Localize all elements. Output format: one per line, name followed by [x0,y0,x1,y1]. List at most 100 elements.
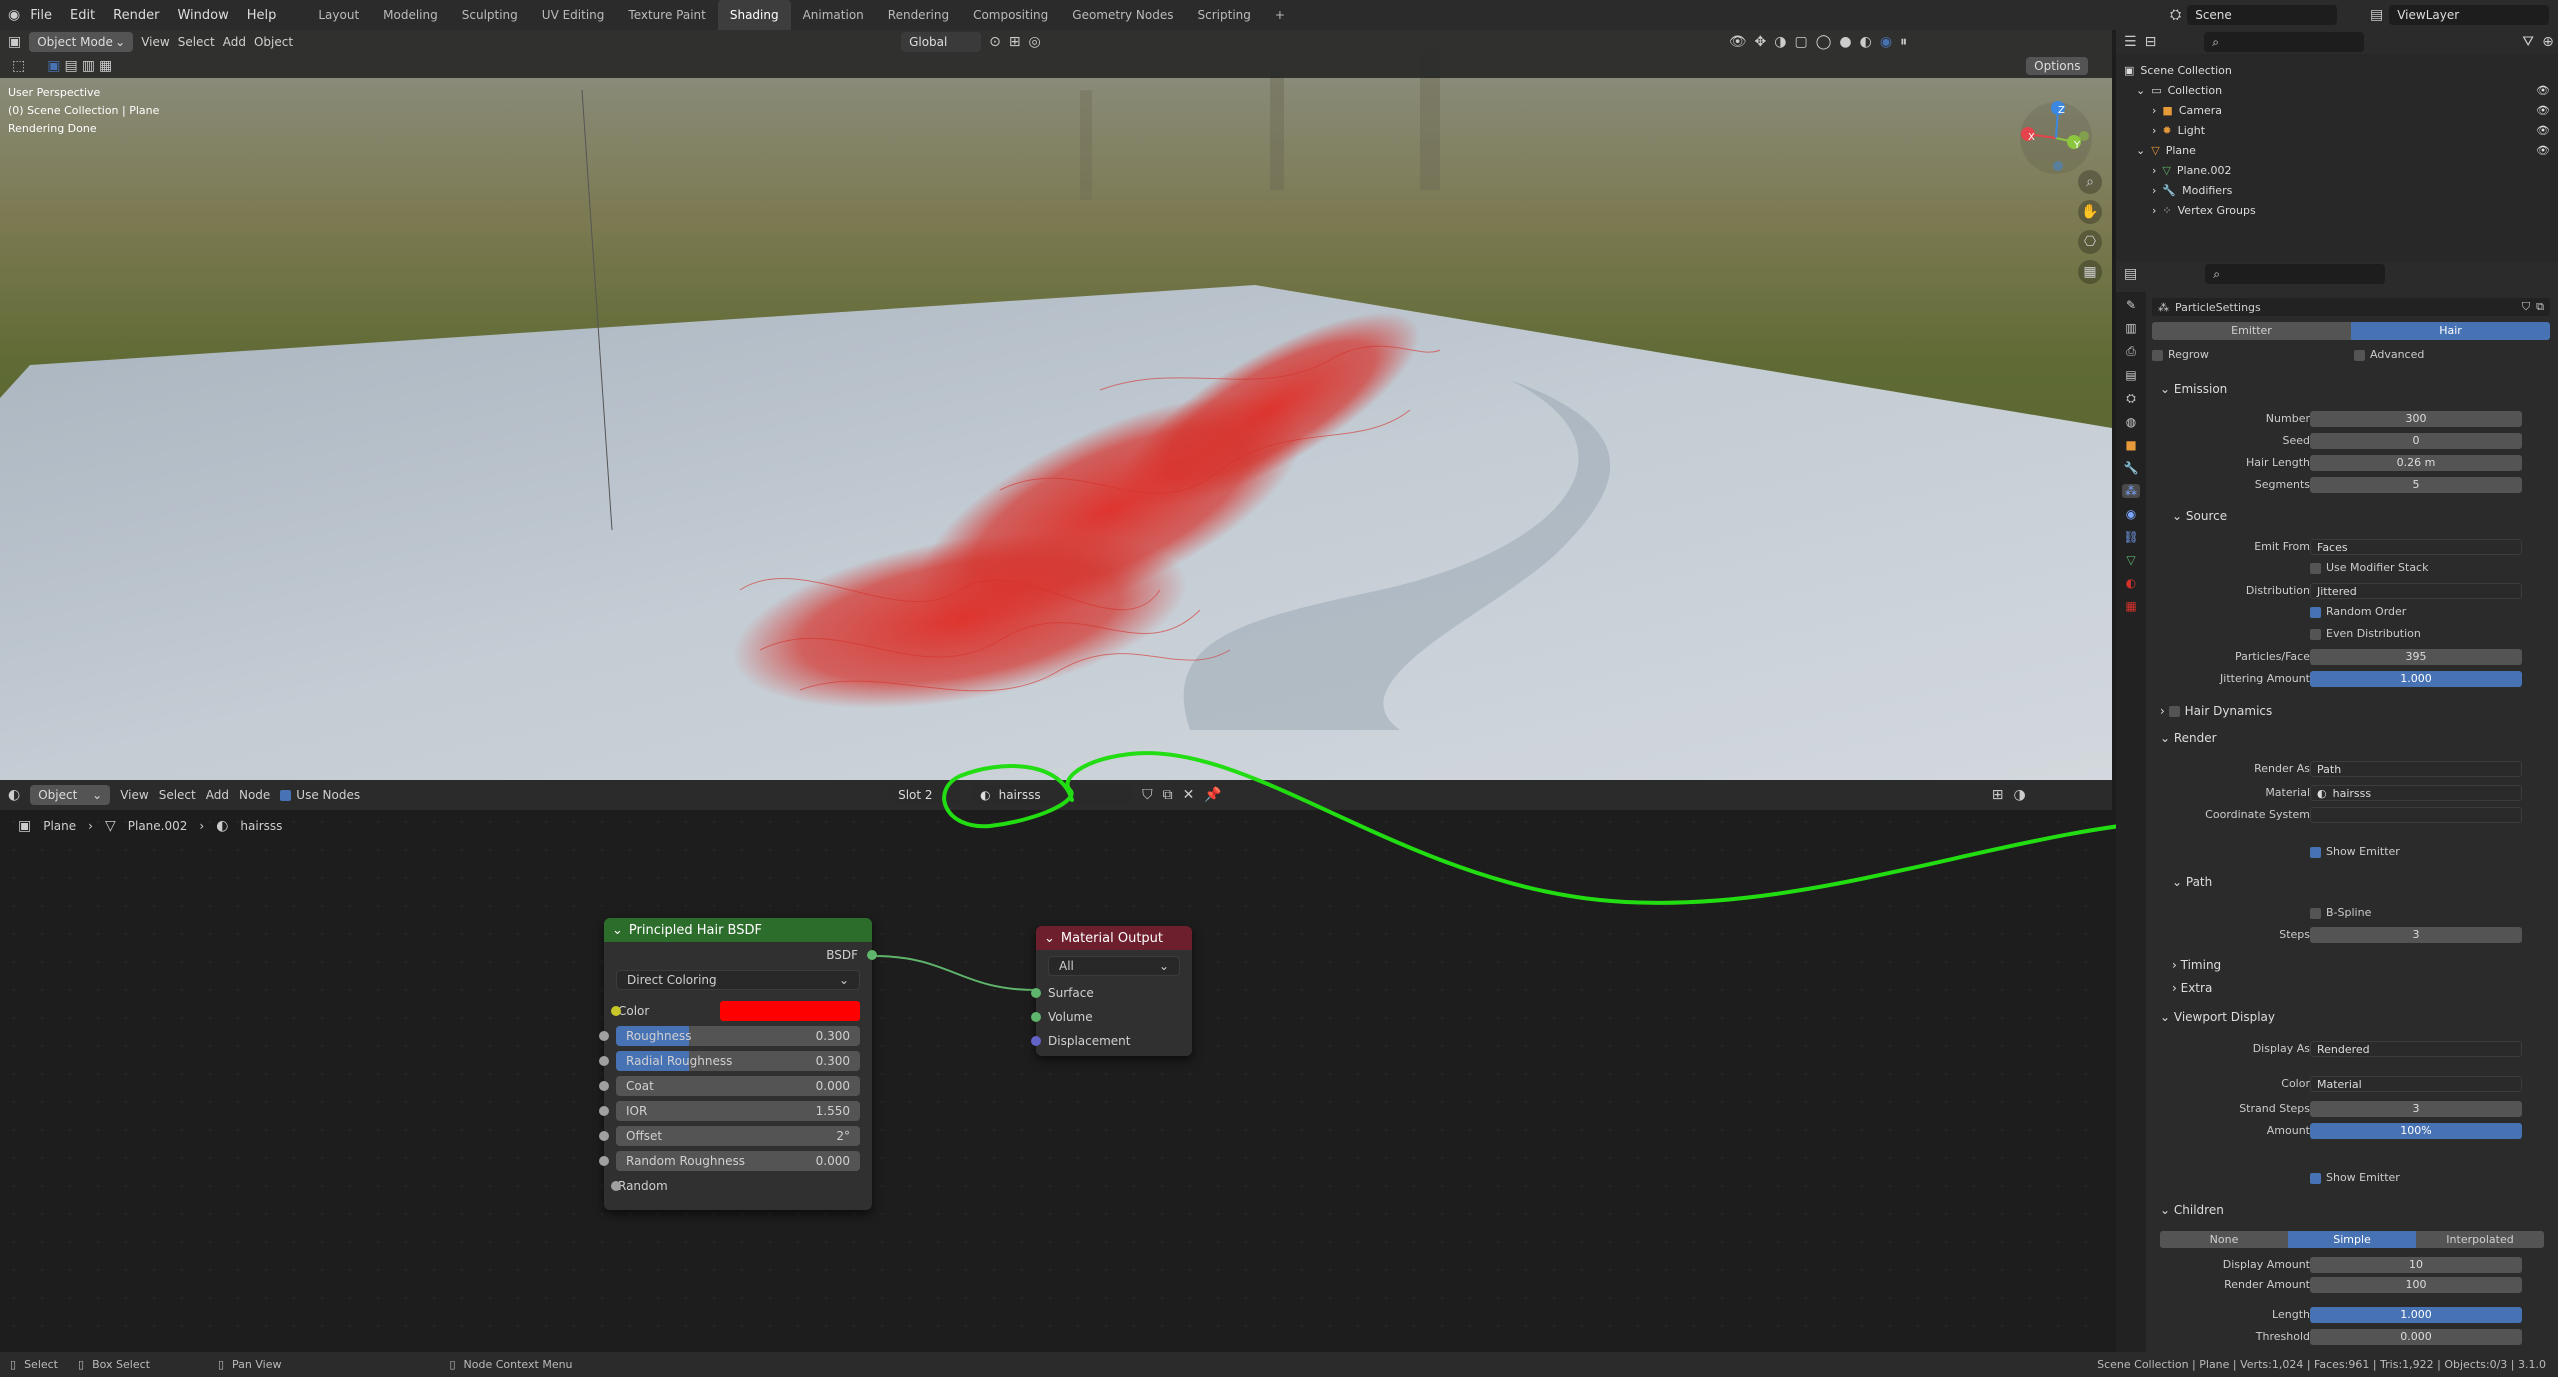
visibility-eye-icon[interactable]: 👁 [2536,104,2550,117]
random-roughness-field[interactable]: Random Roughness 0.000 [599,1151,860,1171]
pan-hand-icon[interactable]: ✋ [2078,200,2102,224]
new-collection-icon[interactable]: ⊕ [2542,34,2554,50]
random-roughness-socket[interactable] [599,1156,609,1166]
children-mode-interpolated[interactable]: Interpolated [2416,1231,2544,1248]
pause-render-icon[interactable]: ⏸ [1900,34,1907,50]
menu-window[interactable]: Window [177,8,228,23]
hair-node-header[interactable]: ⌄ Principled Hair BSDF [604,918,872,942]
source-section-header[interactable]: ⌄ Source [2172,509,2227,523]
tab-shading[interactable]: Shading [717,0,791,30]
coat-socket[interactable] [599,1081,609,1091]
viewlayer-field[interactable]: ViewLayer [2389,5,2550,25]
jittering-amount-field[interactable]: 1.000 [2310,671,2522,687]
use-nodes-checkbox[interactable] [280,790,292,801]
even-distribution-toggle[interactable]: Even Distribution [2310,627,2421,640]
options-button[interactable]: Options [2026,57,2089,75]
tab-animation[interactable]: Animation [791,0,876,30]
material-output-node[interactable]: ⌄ Material Output All ⌄ Surface Volume Dis… [1031,926,1192,1056]
transform-orientation-dropdown[interactable]: Global [901,32,982,52]
bspline-toggle[interactable]: B-Spline [2310,906,2371,919]
use-modifier-stack-toggle[interactable]: Use Modifier Stack [2310,561,2428,574]
shader-node-editor[interactable]: ▣ Plane › ▽ Plane.002 › ◐ hairsss ⌄ Princ… [0,780,2112,1352]
emit-from-dropdown[interactable]: Faces [2310,539,2522,555]
render-amount-field[interactable]: 100 [2310,1277,2522,1293]
properties-search-input[interactable]: ⌕ [2205,264,2386,284]
vp-menu-object[interactable]: Object [254,35,293,49]
hair-length-field[interactable]: 0.26 m [2310,455,2522,471]
visibility-icon[interactable]: 👁 [1729,34,1747,50]
radial-roughness-socket[interactable] [599,1056,609,1066]
collapse-chevron-icon[interactable]: ⌄ [612,923,623,938]
type-tab-hair[interactable]: Hair [2351,322,2550,340]
output-target-dropdown[interactable]: All ⌄ [1048,956,1180,976]
grid-view-icon[interactable]: ▦ [2078,260,2102,284]
visibility-eye-icon[interactable]: 👁 [2536,144,2550,157]
steps-field[interactable]: 3 [2310,927,2522,943]
use-nodes-toggle[interactable]: Use Nodes [280,788,360,802]
advanced-checkbox[interactable] [2354,349,2365,361]
expand-arrow-icon[interactable]: › [2152,184,2156,197]
menu-edit[interactable]: Edit [70,8,95,23]
tree-item-plane[interactable]: ⌄ ▽ Plane 👁 [2124,140,2558,160]
tab-layout[interactable]: Layout [306,0,371,30]
node-editor-type-icon[interactable]: ◐ [8,787,20,803]
snap-icon[interactable]: ⊞ [1009,34,1021,50]
color-input-socket[interactable] [611,1006,621,1016]
expand-arrow-icon[interactable]: ⌄ [2136,84,2145,97]
pin-icon[interactable]: 📌 [1204,787,1221,803]
tab-uv-editing[interactable]: UV Editing [530,0,617,30]
bsdf-output-socket[interactable] [867,950,877,960]
outliner-type-icon[interactable]: ☰ [2124,34,2137,50]
coloring-mode-dropdown[interactable]: Direct Coloring ⌄ [616,970,860,990]
radial-roughness-field[interactable]: Radial Roughness 0.300 [599,1051,860,1071]
bspline-checkbox[interactable] [2310,907,2321,919]
tree-item-camera[interactable]: › ■ Camera 👁 [2124,100,2558,120]
texture-tab-icon[interactable]: ▦ [2125,599,2136,613]
hair-dynamics-checkbox[interactable] [2168,706,2180,717]
surface-socket[interactable] [1031,988,1041,998]
emission-section-header[interactable]: ⌄ Emission [2160,382,2227,396]
filter-icon[interactable]: ⛛ [2522,34,2534,50]
display-color-dropdown[interactable]: Material [2310,1076,2522,1092]
render-section-header[interactable]: ⌄ Render [2160,731,2217,745]
advanced-toggle[interactable]: Advanced [2354,348,2424,361]
outliner-search-input[interactable]: ⌕ [2204,32,2365,52]
select-mode-intersect-icon[interactable]: ▦ [99,58,112,74]
number-field[interactable]: 300 [2310,411,2522,427]
roughness-field[interactable]: Roughness 0.300 [599,1026,860,1046]
vp-menu-add[interactable]: Add [223,35,246,49]
display-mode-icon[interactable]: ⊟ [2145,34,2157,50]
path-section-header[interactable]: ⌄ Path [2172,875,2212,889]
threshold-field[interactable]: 0.000 [2310,1329,2522,1345]
proportional-edit-icon[interactable]: ◎ [1029,34,1041,50]
material-datablock-field[interactable]: ◐ hairsss [972,785,1133,805]
editor-type-icon[interactable]: ▣ [8,34,21,50]
select-mode-extend-icon[interactable]: ▤ [64,58,77,74]
overlay-icon[interactable]: ◑ [1774,34,1786,50]
use-modifier-stack-checkbox[interactable] [2310,562,2321,574]
outliner-panel[interactable]: ☰ ⊟ ⌕ ⛛ ⊕ ▣ Scene Collection ⌄ ▭ Collection… [2116,30,2558,262]
principled-hair-bsdf-node[interactable]: ⌄ Principled Hair BSDF BSDF Direct Colori… [599,918,877,1210]
zoom-icon[interactable]: ⌕ [2078,170,2102,194]
select-tool-icon[interactable]: ⬚ [12,58,25,74]
ne-menu-node[interactable]: Node [239,788,270,802]
tree-item-light[interactable]: › ✹ Light 👁 [2124,120,2558,140]
shader-type-dropdown[interactable]: Object ⌄ [30,785,111,805]
expand-arrow-icon[interactable]: ⌄ [2136,144,2145,157]
world-tab-icon[interactable]: ◍ [2126,415,2136,429]
tab-modeling[interactable]: Modeling [371,0,450,30]
select-mode-new-icon[interactable]: ▣ [47,58,60,74]
ne-menu-view[interactable]: View [120,788,148,802]
add-workspace-button[interactable]: + [1263,0,1297,30]
random-order-toggle[interactable]: Random Order [2310,605,2406,618]
shading-rendered-icon[interactable]: ◉ [1880,34,1892,50]
shading-solid-icon[interactable]: ● [1839,34,1851,50]
coordinate-system-field[interactable] [2310,807,2522,823]
material-tab-icon[interactable]: ◐ [2126,576,2136,590]
tab-sculpting[interactable]: Sculpting [450,0,530,30]
strand-steps-field[interactable]: 3 [2310,1101,2522,1117]
ne-menu-add[interactable]: Add [206,788,229,802]
random-order-checkbox[interactable] [2310,606,2321,618]
duplicate-material-icon[interactable]: ⧉ [1163,787,1173,803]
particles-tab-icon[interactable]: ⁂ [2122,484,2140,498]
